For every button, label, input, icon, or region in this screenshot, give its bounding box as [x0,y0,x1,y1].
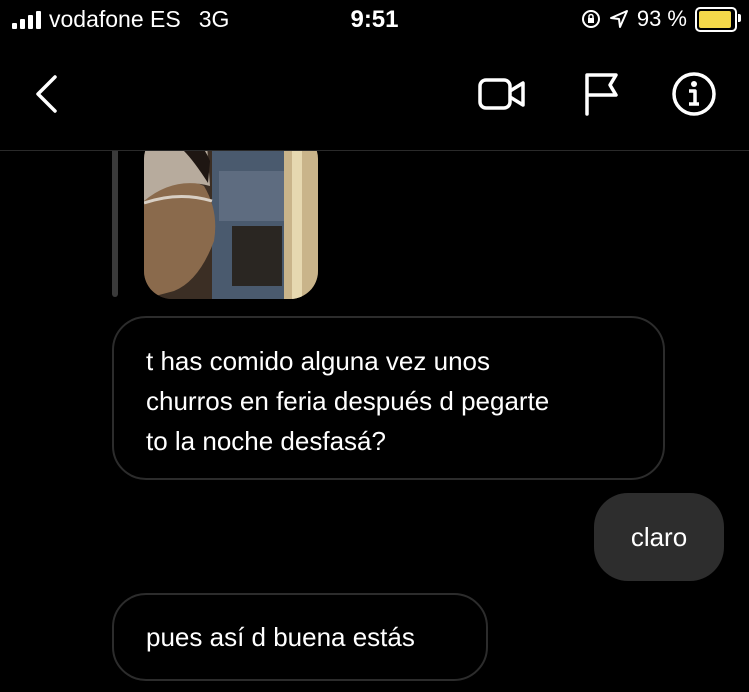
message-line: to la noche desfasá? [146,426,386,456]
photo-message[interactable] [144,151,318,299]
conversation-header [0,42,749,151]
message-text: pues así d buena estás [146,622,415,652]
orientation-lock-icon [581,10,600,28]
message-list[interactable]: t has comido alguna vez unos churros en … [0,151,749,692]
info-button[interactable] [666,66,722,122]
message-line: t has comido alguna vez unos [146,346,490,376]
video-camera-icon [478,78,525,110]
video-call-button[interactable] [474,66,530,122]
message-bubble-incoming[interactable]: t has comido alguna vez unos churros en … [112,316,665,480]
photo-thumbnail [144,151,318,299]
message-text: claro [630,522,688,552]
report-button[interactable] [572,66,628,122]
location-icon [609,10,628,28]
chevron-left-icon [36,75,57,113]
message-line: churros en feria después d pegarte [146,386,550,416]
status-bar: vodafone ES 3G 9:51 93 % [0,0,749,42]
message-bubble-outgoing[interactable]: claro [594,493,724,581]
flag-icon [585,73,618,116]
back-button[interactable] [18,66,74,122]
message-bubble-incoming[interactable]: pues así d buena estás [112,593,488,681]
battery-icon [695,6,741,32]
reply-indicator [112,151,118,297]
battery-percent: 93 % [636,6,687,31]
info-icon [672,72,716,116]
